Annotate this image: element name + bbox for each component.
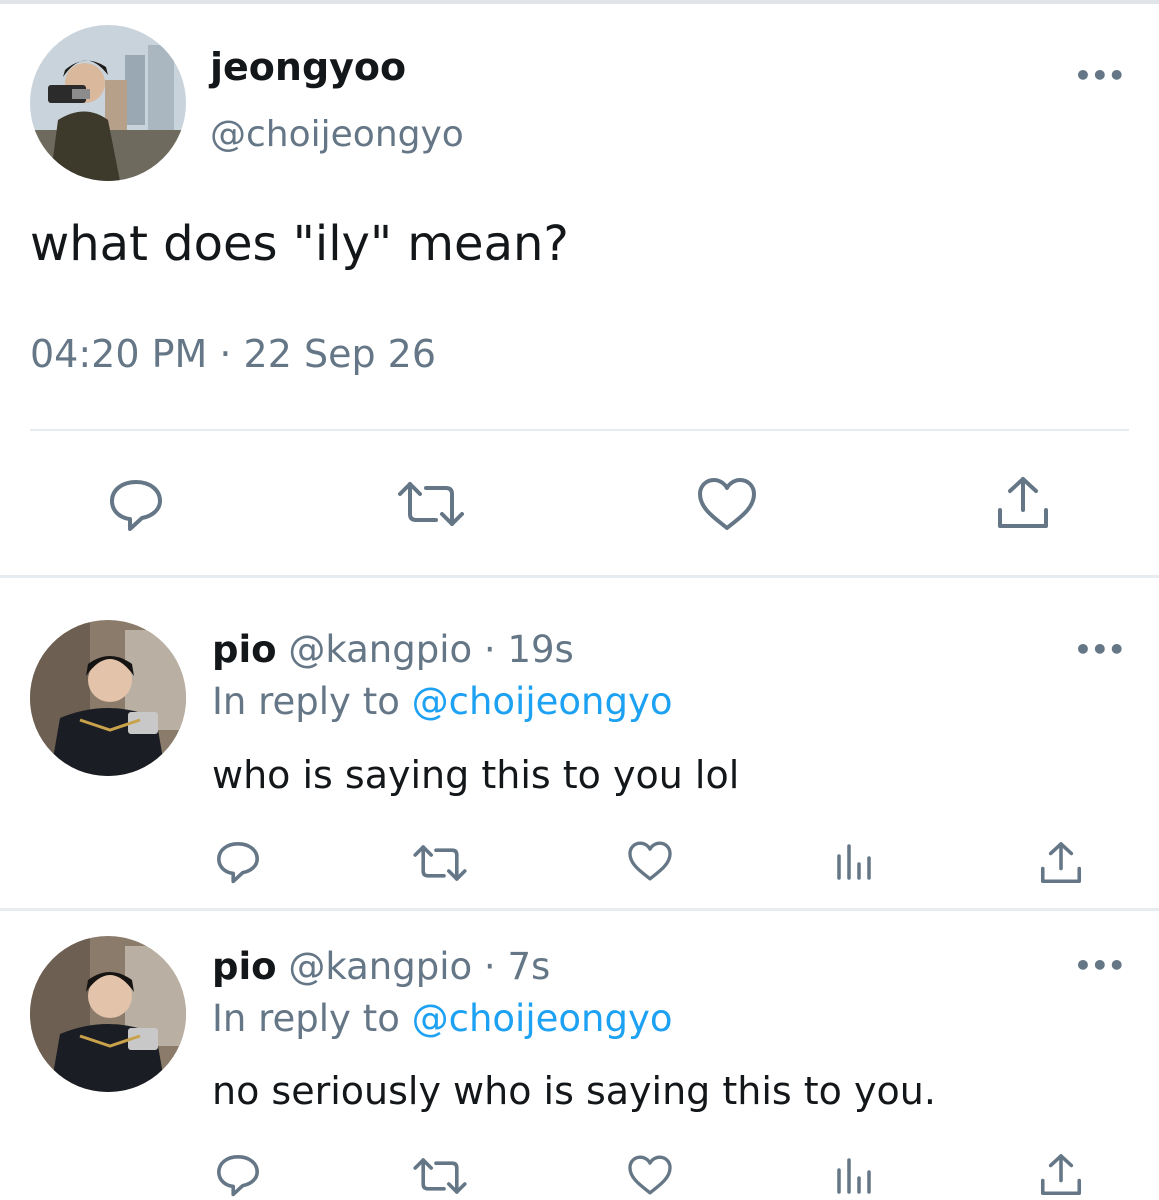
share-icon[interactable] [1038, 840, 1084, 886]
tweet-timestamp[interactable]: 04:20 PM · 22 Sep 26 [30, 330, 436, 378]
in-reply-to: In reply to @choijeongyo [212, 995, 673, 1043]
share-icon[interactable] [1038, 1152, 1084, 1198]
top-divider [0, 0, 1159, 4]
user-handle[interactable]: @kangpio [288, 628, 472, 671]
retweet-icon[interactable] [412, 1155, 468, 1197]
tweet-divider [0, 575, 1159, 578]
reply-to-link[interactable]: @choijeongyo [412, 997, 673, 1040]
reply-time[interactable]: · 19s [484, 628, 574, 671]
analytics-icon[interactable] [834, 1156, 874, 1196]
tweet-text: no seriously who is saying this to you. [212, 1069, 936, 1113]
avatar[interactable] [30, 25, 186, 181]
retweet-icon[interactable] [412, 842, 468, 884]
analytics-icon[interactable] [834, 842, 874, 882]
avatar[interactable] [30, 936, 186, 1092]
more-options-icon[interactable]: ••• [1074, 952, 1126, 980]
reply-icon[interactable] [214, 839, 262, 887]
reply-header: pio @kangpio · 7s [212, 943, 550, 991]
like-icon[interactable] [627, 840, 673, 882]
display-name[interactable]: pio [212, 945, 277, 988]
reply-icon[interactable] [106, 476, 166, 536]
actions-divider [30, 429, 1129, 431]
retweet-icon[interactable] [396, 478, 466, 530]
in-reply-to-label: In reply to [212, 997, 400, 1040]
in-reply-to-label: In reply to [212, 680, 400, 723]
reply-header: pio @kangpio · 19s [212, 626, 574, 674]
avatar[interactable] [30, 620, 186, 776]
like-icon[interactable] [696, 476, 758, 532]
like-icon[interactable] [627, 1154, 673, 1196]
reply-time[interactable]: · 7s [484, 945, 550, 988]
display-name[interactable]: jeongyoo [210, 44, 406, 90]
reply-to-link[interactable]: @choijeongyo [412, 680, 673, 723]
tweet-text: what does "ily" mean? [30, 216, 569, 272]
reply-icon[interactable] [214, 1152, 262, 1200]
in-reply-to: In reply to @choijeongyo [212, 678, 673, 726]
share-icon[interactable] [994, 474, 1052, 532]
more-options-icon[interactable]: ••• [1074, 62, 1126, 90]
user-handle[interactable]: @kangpio [288, 945, 472, 988]
user-handle[interactable]: @choijeongyo [210, 112, 464, 158]
tweet-divider [0, 908, 1159, 911]
more-options-icon[interactable]: ••• [1074, 636, 1126, 664]
display-name[interactable]: pio [212, 628, 277, 671]
tweet-text: who is saying this to you lol [212, 753, 740, 797]
